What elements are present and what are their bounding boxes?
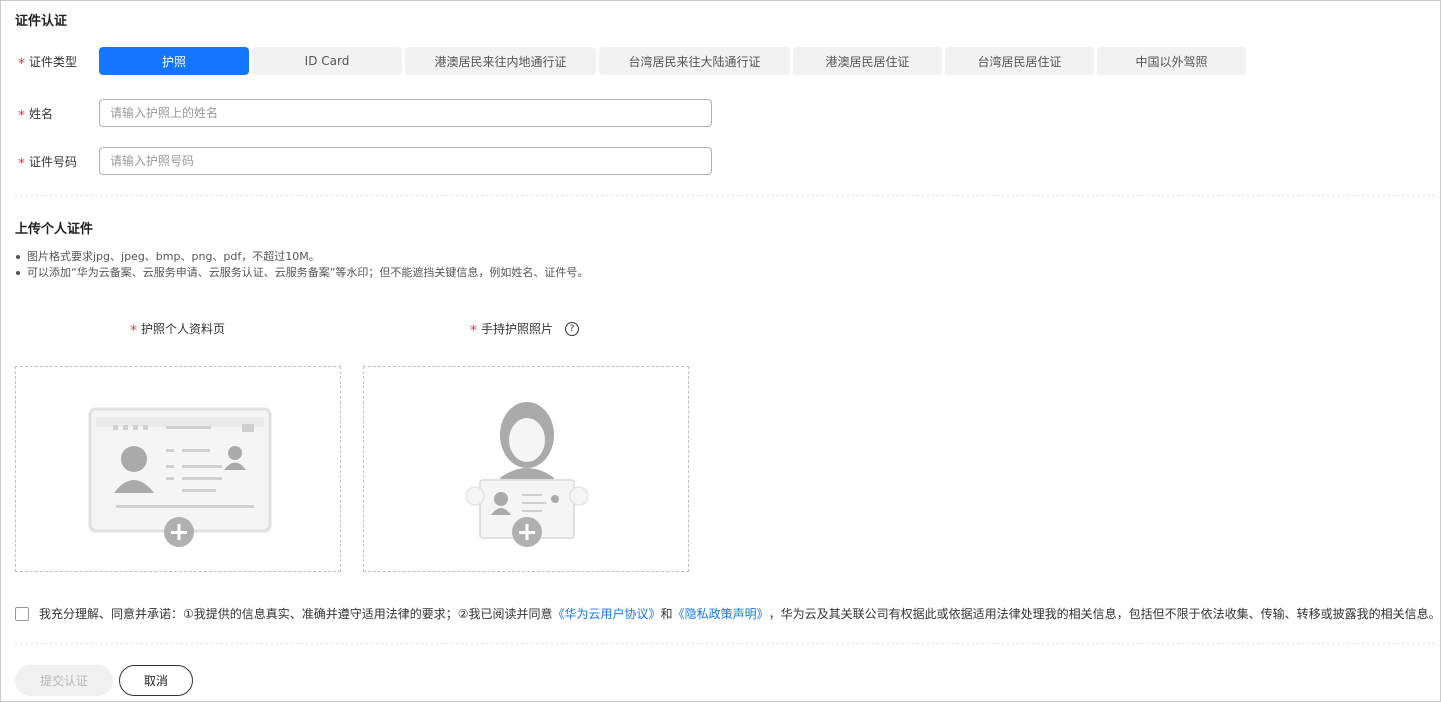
handheld-photo-upload[interactable] xyxy=(363,366,689,572)
id-number-label: 证件号码 xyxy=(29,155,78,169)
required-mark: * xyxy=(18,155,25,172)
id-number-input[interactable] xyxy=(99,147,712,175)
id-number-label-row: * 证件号码 xyxy=(18,153,78,172)
submit-button[interactable]: 提交认证 xyxy=(15,665,113,696)
handheld-photo-label: * 手持护照照片 ? xyxy=(470,320,580,339)
doc-type-id-card[interactable]: ID Card xyxy=(252,47,402,75)
agreement-row: 我充分理解、同意并承诺：①我提供的信息真实、准确并遵守适用法律的要求；②我已阅读… xyxy=(15,605,1441,622)
required-mark: * xyxy=(18,55,25,72)
bullet-icon xyxy=(16,271,20,275)
section-title-id-verification: 证件认证 xyxy=(15,14,68,29)
required-mark: * xyxy=(18,107,25,124)
agreement-text-before: 我充分理解、同意并承诺：①我提供的信息真实、准确并遵守适用法律的要求；②我已阅读… xyxy=(39,607,553,621)
user-agreement-link[interactable]: 《华为云用户协议》 xyxy=(553,605,661,622)
passport-page-upload[interactable] xyxy=(15,366,341,572)
agreement-text-after: ，华为云及其关联公司有权据此或依据适用法律处理我的相关信息，包括但不限于依法收集… xyxy=(768,607,1441,621)
cancel-button[interactable]: 取消 xyxy=(119,665,193,696)
upload-requirements: 图片格式要求jpg、jpeg、bmp、png、pdf，不超过10M。 可以添加“… xyxy=(16,249,588,281)
doc-type-hk-macau-residence[interactable]: 港澳居民居住证 xyxy=(793,47,942,75)
doc-type-label: 证件类型 xyxy=(29,55,78,69)
name-label: 姓名 xyxy=(29,107,54,121)
note-item: 可以添加“华为云备案、云服务申请、云服务认证、云服务备案”等水印；但不能遮挡关键… xyxy=(16,265,588,281)
agreement-checkbox[interactable] xyxy=(15,606,29,621)
agreement-text-mid: 和 xyxy=(660,607,673,621)
required-mark: * xyxy=(130,322,137,339)
doc-type-passport[interactable]: 护照 xyxy=(99,47,249,75)
privacy-policy-link[interactable]: 《隐私政策声明》 xyxy=(673,605,769,622)
bullet-icon xyxy=(16,255,20,259)
doc-type-label-row: * 证件类型 xyxy=(18,53,78,72)
required-mark: * xyxy=(470,322,477,339)
divider xyxy=(15,195,1435,196)
doc-type-hk-macau-permit[interactable]: 港澳居民来往内地通行证 xyxy=(405,47,596,75)
passport-page-label: * 护照个人资料页 xyxy=(130,322,226,339)
doc-type-taiwan-residence[interactable]: 台湾居民居住证 xyxy=(945,47,1094,75)
name-input[interactable] xyxy=(99,99,712,127)
help-icon[interactable]: ? xyxy=(565,321,580,336)
handheld-passport-placeholder-icon xyxy=(465,402,589,547)
section-title-upload: 上传个人证件 xyxy=(15,222,94,237)
doc-type-taiwan-permit[interactable]: 台湾居民来往大陆通行证 xyxy=(599,47,790,75)
note-item: 图片格式要求jpg、jpeg、bmp、png、pdf，不超过10M。 xyxy=(16,249,588,265)
id-card-placeholder-icon xyxy=(88,407,272,547)
divider xyxy=(15,643,1435,644)
doc-type-foreign-license[interactable]: 中国以外驾照 xyxy=(1097,47,1246,75)
doc-type-selector: 护照 ID Card 港澳居民来往内地通行证 台湾居民来往大陆通行证 港澳居民居… xyxy=(99,47,1246,75)
name-label-row: * 姓名 xyxy=(18,105,54,124)
